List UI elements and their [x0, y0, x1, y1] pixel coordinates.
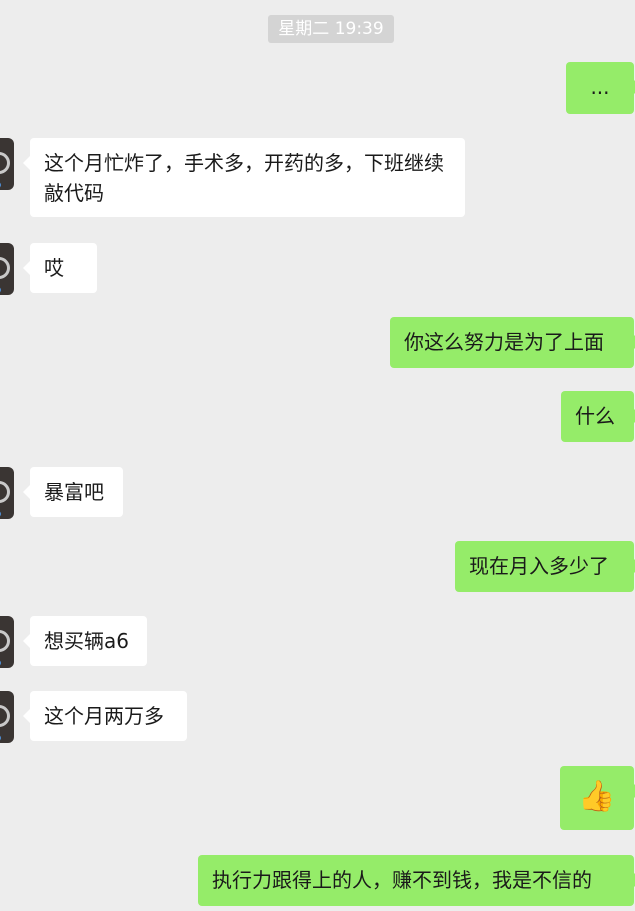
- message-outgoing[interactable]: 什么: [561, 391, 635, 442]
- message-incoming[interactable]: 暴富吧: [23, 467, 123, 517]
- message-text: 这个月两万多: [44, 704, 164, 728]
- message-text: 什么: [575, 404, 615, 428]
- message-outgoing[interactable]: 你这么努力是为了上面: [390, 317, 635, 368]
- contact-avatar-icon[interactable]: [0, 243, 14, 295]
- thumbs-up-icon: 👍: [578, 779, 616, 814]
- message-text: 你这么努力是为了上面: [404, 330, 604, 354]
- message-text: 现在月入多少了: [469, 554, 609, 578]
- message-outgoing[interactable]: 👍: [560, 766, 635, 830]
- message-text: 哎: [44, 256, 64, 280]
- message-outgoing[interactable]: 现在月入多少了: [455, 541, 635, 592]
- avatar-ring: [0, 481, 10, 503]
- timestamp: 星期二 19:39: [268, 15, 394, 43]
- avatar-dot: [0, 660, 1, 666]
- avatar-dot: [0, 287, 1, 293]
- contact-avatar-icon[interactable]: [0, 467, 14, 519]
- contact-avatar-icon[interactable]: [0, 138, 14, 190]
- avatar-ring: [0, 152, 10, 174]
- message-text: 暴富吧: [44, 480, 104, 504]
- message-text: 想买辆a6: [44, 629, 129, 653]
- message-text: 这个月忙炸了，手术多，开药的多，下班继续敲代码: [44, 151, 444, 205]
- avatar-ring: [0, 257, 10, 279]
- avatar-ring: [0, 630, 10, 652]
- avatar-dot: [0, 182, 1, 188]
- contact-avatar-icon[interactable]: [0, 691, 14, 743]
- avatar-dot: [0, 735, 1, 741]
- message-incoming[interactable]: 想买辆a6: [23, 616, 147, 666]
- message-outgoing[interactable]: 执行力跟得上的人，赚不到钱，我是不信的: [198, 855, 635, 906]
- contact-avatar-icon[interactable]: [0, 616, 14, 668]
- message-text: 执行力跟得上的人，赚不到钱，我是不信的: [212, 868, 592, 892]
- avatar-ring: [0, 705, 10, 727]
- message-text: ...: [590, 75, 610, 99]
- message-incoming[interactable]: 这个月两万多: [23, 691, 187, 741]
- message-incoming[interactable]: 这个月忙炸了，手术多，开药的多，下班继续敲代码: [23, 138, 465, 217]
- avatar-dot: [0, 511, 1, 517]
- message-incoming[interactable]: 哎: [23, 243, 97, 293]
- message-outgoing[interactable]: ...: [566, 62, 635, 114]
